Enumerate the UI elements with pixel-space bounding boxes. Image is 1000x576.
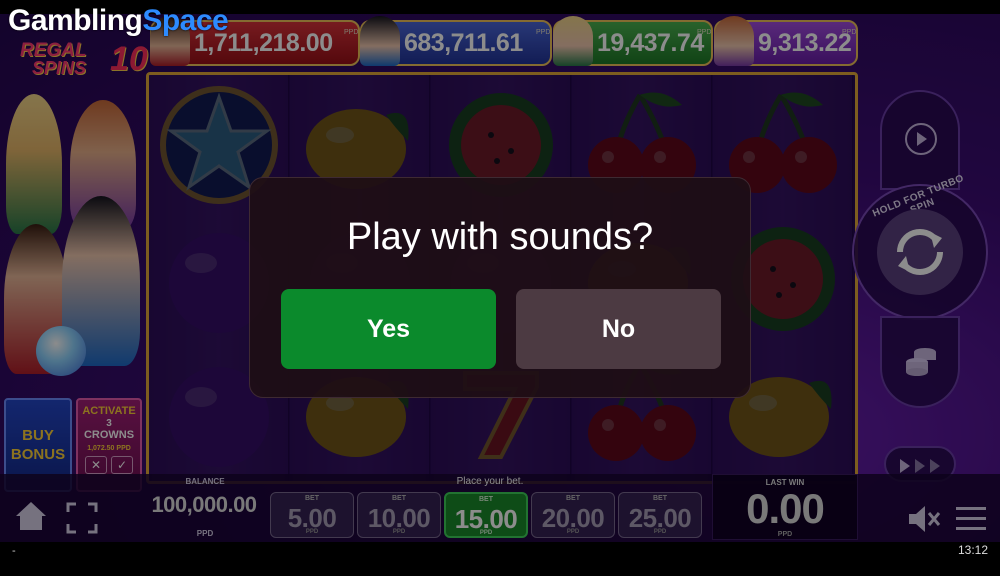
status-left: - [12,545,16,557]
sound-dialog: Play with sounds? Yes No [249,177,751,398]
site-watermark: GamblingSpace [8,4,229,38]
no-button[interactable]: No [516,289,721,369]
watermark-part1: Gambling [8,4,143,37]
dialog-question: Play with sounds? [346,216,654,258]
watermark-part2: Space [142,4,229,37]
yes-button[interactable]: Yes [281,289,496,369]
status-bar: - 13:12 [0,542,1000,576]
status-time: 13:12 [957,543,988,557]
